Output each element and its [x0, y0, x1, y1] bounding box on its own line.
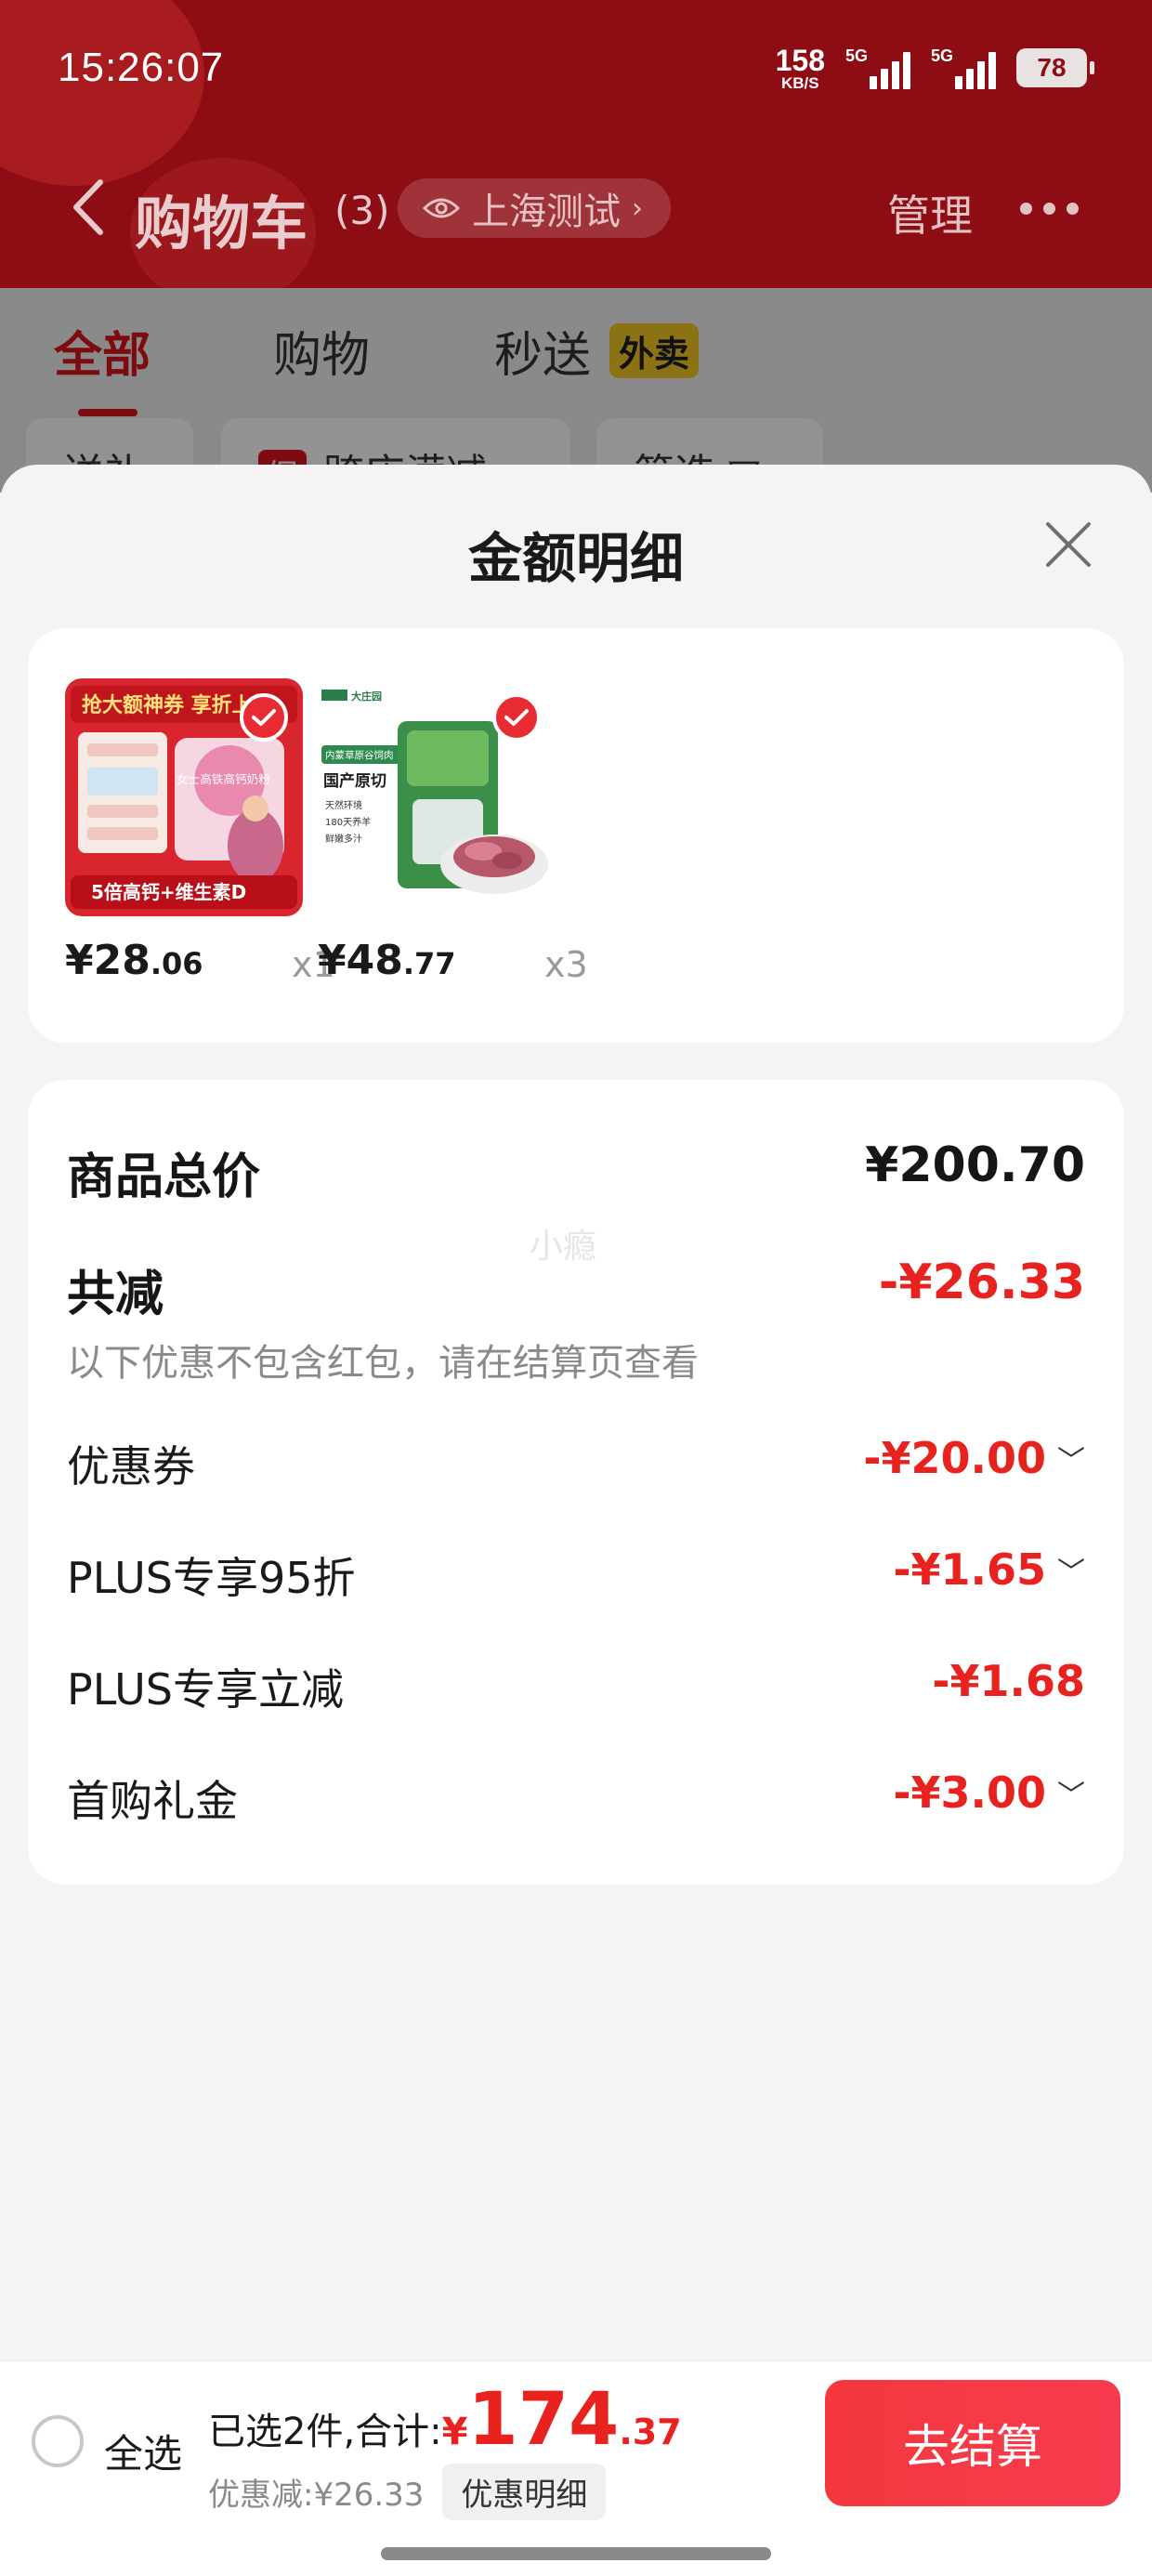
lamb-point: 鲜嫩多汁	[325, 833, 362, 845]
back-arrow-icon[interactable]	[65, 175, 111, 240]
discount-item-value-group: -¥1.68	[932, 1656, 1085, 1706]
select-all-radio[interactable]	[32, 2415, 84, 2467]
tab-shopping[interactable]: 购物	[273, 316, 370, 386]
discount-item-value-group: -¥3.00 ﹀	[893, 1768, 1085, 1818]
select-all-label[interactable]: 全选	[104, 2423, 182, 2479]
status-time: 15:26:07	[58, 45, 225, 90]
product-image-lamb: 大庄园 内蒙草原谷饲肉 国产原切 天然环境 180天养羊 鲜嫩多汁	[318, 678, 556, 916]
chevron-right-icon: ›	[632, 191, 643, 225]
milk-footer-text: 5倍高钙+维生素D	[91, 881, 246, 903]
product-image-milk-powder: 抢大额神券 享折上折 女士高铁高钙奶粉 5倍高钙+维生素D	[65, 678, 303, 916]
total-discount-value: -¥26.33	[878, 1255, 1085, 1310]
lamb-point: 180天养羊	[325, 816, 371, 828]
lamb-headline: 国产原切	[323, 771, 386, 791]
signal-tag: 5G	[845, 46, 869, 65]
nav-bar: 购物车 (3) 上海测试 › 管理	[0, 167, 1152, 257]
signal-icon: 5G	[931, 45, 996, 91]
status-bar: 15:26:07 158 KB/S 5G 5G 78	[0, 37, 1152, 102]
net-speed: 158 KB/S	[776, 46, 825, 91]
price-integer: ¥28	[65, 937, 151, 984]
discount-item-value: -¥3.00	[893, 1768, 1046, 1818]
manage-button[interactable]: 管理	[887, 182, 973, 243]
checkmark-icon	[240, 693, 288, 742]
chevron-down-icon[interactable]: ﹀	[1057, 1549, 1085, 1590]
selected-products-card: 抢大额神券 享折上折 女士高铁高钙奶粉 5倍高钙+维生素D ¥28.06 x1 …	[28, 628, 1124, 1043]
product-quantity: x3	[544, 944, 588, 985]
discount-item-plus-95[interactable]: PLUS专享95折 -¥1.65 ﹀	[67, 1544, 1085, 1603]
signal-icon: 5G	[845, 45, 910, 91]
location-label: 上海测试	[472, 191, 621, 233]
takeout-badge: 外卖	[609, 323, 700, 378]
lamb-tag: 内蒙草原谷饲肉	[325, 749, 394, 761]
signal-tag: 5G	[931, 46, 954, 65]
tab-express[interactable]: 秒送	[494, 316, 591, 386]
checkmark-icon	[492, 693, 541, 742]
location-selector[interactable]: 上海测试 ›	[398, 178, 671, 238]
total-line: 已选2件,合计: ¥ 174 .37	[208, 2378, 682, 2462]
checkout-bar: 全选 已选2件,合计: ¥ 174 .37 优惠减:¥26.33 优惠明细 去结…	[0, 2360, 1152, 2576]
discount-item-coupon[interactable]: 优惠券 -¥20.00 ﹀	[67, 1433, 1085, 1492]
more-icon[interactable]	[1020, 203, 1079, 215]
lamb-point: 天然环境	[325, 799, 362, 811]
product-item[interactable]: 大庄园 内蒙草原谷饲肉 国产原切 天然环境 180天养羊 鲜嫩多汁 ¥48.77…	[318, 678, 588, 985]
total-price-label: 商品总价	[67, 1150, 261, 1205]
total-decimal: .37	[619, 2412, 682, 2452]
discount-line: 优惠减:¥26.33 优惠明细	[208, 2464, 607, 2520]
discount-detail-button[interactable]: 优惠明细	[442, 2464, 607, 2520]
lamb-brand: 大庄园	[351, 690, 382, 703]
sheet-title: 金额明细	[467, 527, 684, 590]
product-item[interactable]: 抢大额神券 享折上折 女士高铁高钙奶粉 5倍高钙+维生素D ¥28.06 x1	[65, 678, 335, 985]
discount-item-first-purchase[interactable]: 首购礼金 -¥3.00 ﹀	[67, 1768, 1085, 1826]
net-speed-unit: KB/S	[780, 73, 819, 92]
header: 15:26:07 158 KB/S 5G 5G 78 购物车 (3) 上海测试 …	[0, 0, 1152, 288]
total-price-row: 商品总价 ¥200.70	[67, 1137, 1085, 1205]
battery-icon: 78	[1016, 48, 1094, 87]
discount-item-value-group: -¥1.65 ﹀	[893, 1544, 1085, 1595]
home-indicator[interactable]	[381, 2547, 771, 2560]
selected-count-text: 已选2件,合计:	[208, 2411, 442, 2453]
cart-count: (3)	[334, 188, 390, 233]
total-discount-row: 共减 -¥26.33	[67, 1255, 1085, 1322]
checkout-button[interactable]: 去结算	[825, 2380, 1120, 2506]
status-icons: 158 KB/S 5G 5G 78	[776, 45, 1094, 91]
tabs-area: 全部 购物 秒送 外卖 送礼 促跨店满减 筛选 ▽	[0, 288, 1152, 502]
price-decimal: .77	[402, 946, 456, 981]
price-summary-card: 商品总价 ¥200.70 小瘾 共减 -¥26.33 以下优惠不包含红包，请在结…	[28, 1080, 1124, 1885]
net-speed-value: 158	[775, 43, 825, 77]
eye-icon	[422, 198, 461, 218]
close-icon[interactable]	[1041, 517, 1096, 572]
product-price: ¥28.06	[65, 937, 203, 984]
tab-active-indicator	[78, 409, 137, 416]
total-currency: ¥	[441, 2411, 468, 2453]
discount-item-value: -¥1.68	[932, 1656, 1085, 1706]
total-discount-label: 共减	[67, 1267, 164, 1322]
discount-item-label: 优惠券	[67, 1441, 195, 1492]
discount-note: 以下优惠不包含红包，请在结算页查看	[67, 1342, 699, 1385]
price-integer: ¥48	[318, 937, 403, 984]
price-decimal: .06	[150, 946, 203, 981]
discount-item-plus-instant: PLUS专享立减 -¥1.68	[67, 1656, 1085, 1715]
tab-all[interactable]: 全部	[54, 316, 151, 386]
product-price: ¥48.77	[318, 937, 456, 984]
milk-product-name: 女士高铁高钙奶粉	[177, 772, 270, 786]
discount-item-value-group: -¥20.00 ﹀	[863, 1433, 1085, 1483]
discount-note-row: 以下优惠不包含红包，请在结算页查看	[67, 1333, 1085, 1385]
discount-item-label: PLUS专享95折	[67, 1553, 356, 1603]
chevron-down-icon[interactable]: ﹀	[1057, 1438, 1085, 1479]
total-integer: 174	[467, 2378, 620, 2462]
tab-bar: 全部 购物 秒送 外卖	[0, 316, 1152, 416]
discount-item-value: -¥20.00	[863, 1433, 1046, 1483]
discount-item-value: -¥1.65	[893, 1544, 1046, 1595]
discount-amount-text: 优惠减:¥26.33	[208, 2477, 425, 2514]
amount-detail-sheet: 金额明细 抢大额神券 享折上折 女士高铁高钙奶粉 5倍高钙+维生素D ¥28.0…	[0, 465, 1152, 2576]
discount-item-label: PLUS专享立减	[67, 1664, 344, 1715]
page-title: 购物车	[135, 190, 308, 257]
total-price-value: ¥200.70	[865, 1137, 1085, 1193]
discount-item-label: 首购礼金	[67, 1776, 238, 1826]
chevron-down-icon[interactable]: ﹀	[1057, 1772, 1085, 1813]
